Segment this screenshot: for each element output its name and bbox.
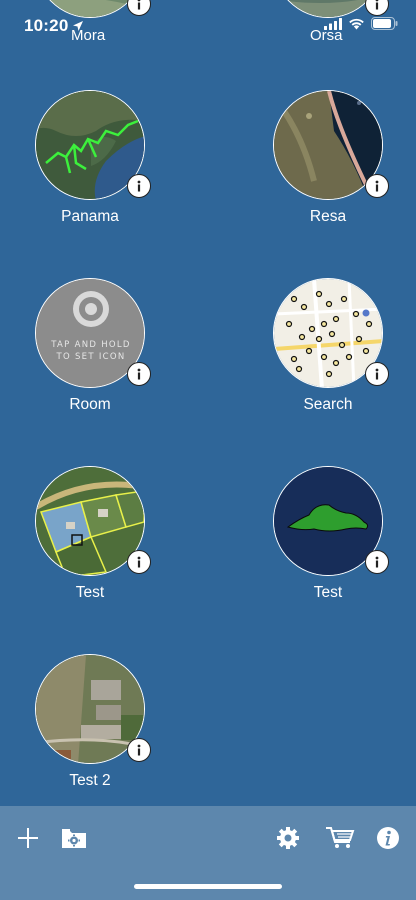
- map-tile-label: Resa: [309, 208, 347, 225]
- map-tile-label: Search: [303, 396, 353, 413]
- map-tile-label: Test: [75, 584, 105, 601]
- add-icon[interactable]: [14, 824, 42, 852]
- map-tile-resa[interactable]: Resa: [253, 90, 403, 260]
- map-tile-test-polygon[interactable]: Test: [253, 466, 403, 636]
- info-icon[interactable]: [127, 550, 151, 574]
- map-tile-label: Test: [313, 584, 343, 601]
- wifi-icon: [348, 17, 365, 35]
- map-tile-label: Panama: [61, 208, 119, 225]
- info-icon[interactable]: [127, 174, 151, 198]
- map-tile-test[interactable]: Test: [15, 466, 165, 636]
- map-tile-label: Test 2: [69, 772, 111, 789]
- status-icons: [324, 17, 398, 35]
- status-time: 10:20: [24, 16, 69, 35]
- info-icon[interactable]: [127, 738, 151, 762]
- map-tile-search[interactable]: Search: [253, 278, 403, 448]
- home-indicator: [134, 884, 282, 889]
- map-tile-label: Room: [69, 396, 111, 413]
- battery-icon: [371, 17, 398, 35]
- info-icon[interactable]: [365, 362, 389, 386]
- info-icon[interactable]: [365, 174, 389, 198]
- info-icon[interactable]: [374, 824, 402, 852]
- info-icon[interactable]: [365, 550, 389, 574]
- target-icon: [73, 291, 109, 327]
- signal-icon: [324, 17, 342, 35]
- cart-icon[interactable]: [324, 824, 356, 852]
- map-tile-test-2[interactable]: Test 2: [15, 654, 165, 824]
- info-icon[interactable]: [127, 362, 151, 386]
- placeholder-text: TAP AND HOLD TO SET ICON: [51, 340, 131, 362]
- folder-gear-icon[interactable]: [60, 824, 88, 852]
- status-bar: 10:20: [0, 0, 416, 54]
- location-arrow-icon: [72, 19, 84, 37]
- settings-icon[interactable]: [274, 824, 302, 852]
- maps-grid-screen: 10:20 Mora Orsa Panama Resa TAP AND HOLD…: [0, 0, 416, 900]
- map-tile-room[interactable]: TAP AND HOLD TO SET ICON Room: [15, 278, 165, 448]
- map-tile-panama[interactable]: Panama: [15, 90, 165, 260]
